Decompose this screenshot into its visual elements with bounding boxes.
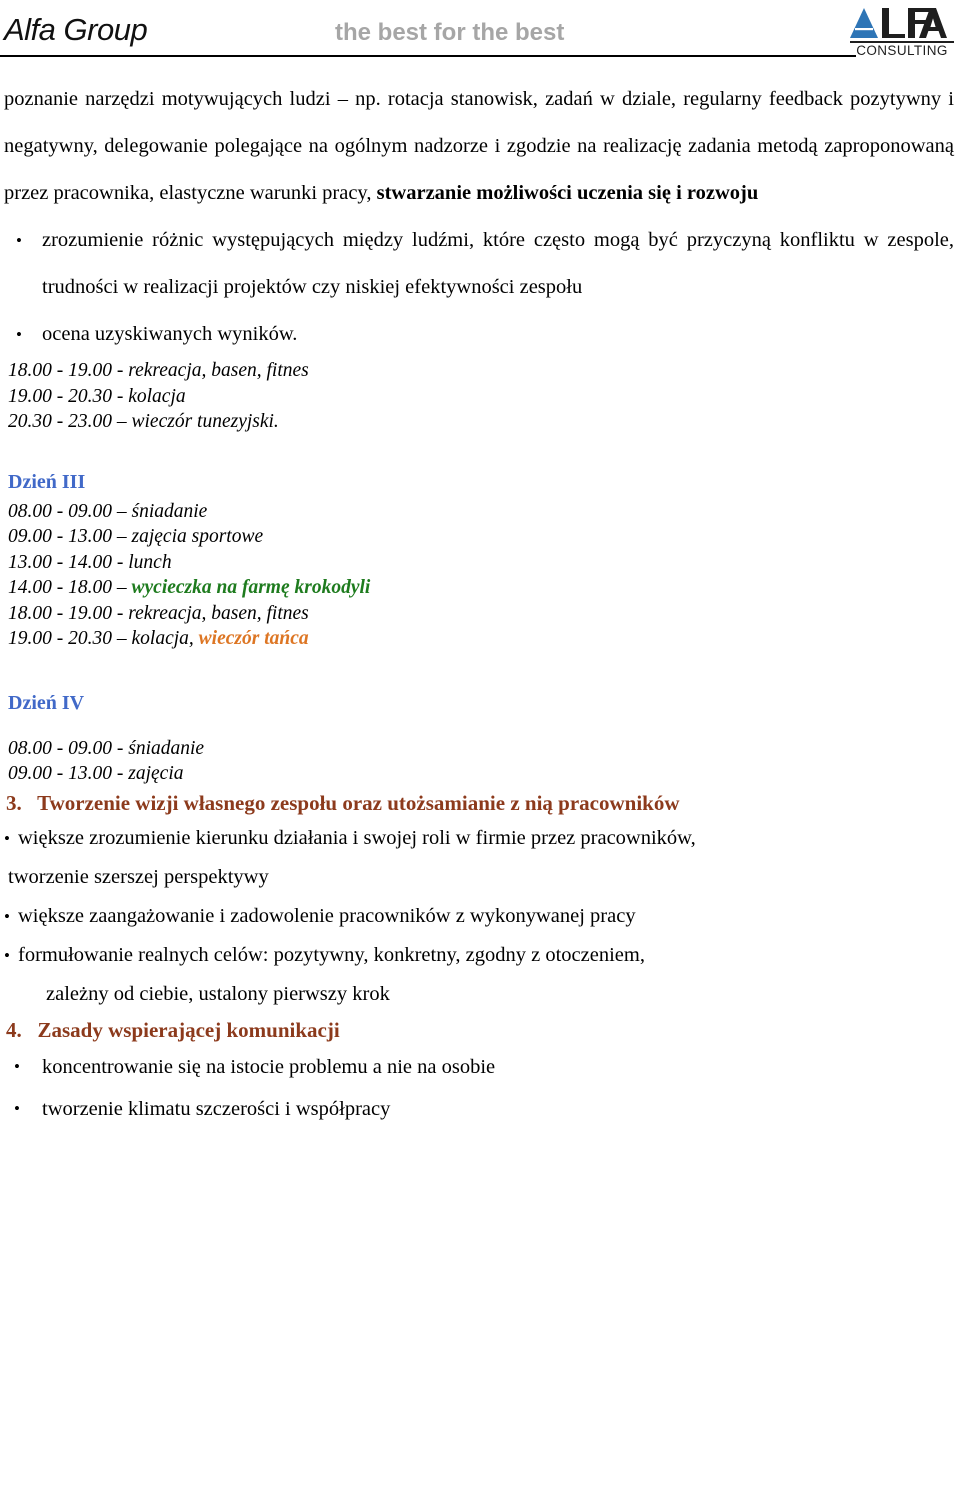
schedule-row: 18.00 - 19.00 - rekreacja, basen, fitnes [8, 360, 309, 381]
bullet-text: zrozumienie różnic występujących między … [42, 229, 954, 298]
brand-tagline: the best for the best [335, 19, 565, 46]
paragraph-motivation-tools: poznanie narzędzi motywujących ludzi – n… [4, 76, 954, 217]
schedule-time: 18.00 - 19.00 - [8, 602, 129, 624]
schedule-time: 08.00 - 09.00 – [8, 500, 132, 522]
bullet-text: koncentrowanie się na istocie problemu a… [42, 1055, 496, 1078]
bullet-text: ocena uzyskiwanych wyników. [42, 323, 298, 345]
bullet-understanding-direction: większe zrozumienie kierunku działania i… [4, 819, 954, 858]
schedule-activity: zajęcia [128, 763, 184, 784]
schedule-row: 19.00 - 20.30 – kolacja, wieczór tańca [8, 626, 954, 652]
logo-subtitle: CONSULTING [856, 43, 948, 58]
schedule-day-3: 08.00 - 09.00 – śniadanie 09.00 - 13.00 … [4, 499, 954, 652]
header-divider [0, 55, 856, 57]
schedule-time: 14.00 - 18.00 – [8, 577, 132, 598]
bullet-focus-on-problem: koncentrowanie się na istocie problemu a… [4, 1046, 954, 1088]
section-title: Zasady wspierającej komunikacji [37, 1017, 340, 1042]
bullet-goal-formulation: formułowanie realnych celów: pozytywny, … [4, 936, 954, 975]
section-heading-3: 3. Tworzenie wizji własnego zespołu oraz… [4, 787, 954, 819]
schedule-row: 08.00 - 09.00 - śniadanie [8, 736, 954, 762]
bullet-results-assessment: ocena uzyskiwanych wyników. [4, 311, 954, 358]
schedule-time: 13.00 - 14.00 - [8, 551, 129, 573]
bullet-continuation: zależny od ciebie, ustalony pierwszy kro… [46, 982, 390, 1005]
schedule-activity: zajęcia sportowe [131, 526, 264, 547]
schedule-row: 09.00 - 13.00 - zajęcia [8, 761, 954, 787]
day-heading-4: Dzień IV [8, 691, 85, 714]
logo-icon: CONSULTING [850, 8, 954, 58]
schedule-activity-highlight: wycieczka na farmę krokodyli [131, 577, 371, 598]
schedule-activity: śniadanie [128, 737, 205, 759]
section-heading-4: 4. Zasady wspierającej komunikacji [4, 1014, 954, 1046]
paragraph-bold-text: stwarzanie możliwości uczenia się i rozw… [376, 182, 759, 204]
bullet-text: formułowanie realnych celów: pozytywny, … [18, 943, 645, 966]
brand-title: Alfa Group [4, 12, 148, 47]
schedule-row: 18.00 - 19.00 - rekreacja, basen, fitnes [8, 601, 954, 627]
schedule-activity: śniadanie [131, 500, 208, 522]
alfa-consulting-logo: CONSULTING [848, 2, 956, 58]
schedule-row: 14.00 - 18.00 – wycieczka na farmę kroko… [8, 575, 954, 601]
schedule-time: 08.00 - 09.00 - [8, 737, 129, 759]
schedule-activity: rekreacja, basen, fitnes [128, 602, 309, 624]
section-title: Tworzenie wizji własnego zespołu oraz ut… [37, 790, 680, 815]
bullet-text: większe zaangażowanie i zadowolenie prac… [18, 904, 636, 927]
bullet-understanding-differences: zrozumienie różnic występujących między … [4, 217, 954, 311]
document-body: poznanie narzędzi motywujących ludzi – n… [0, 76, 960, 1130]
schedule-day-4: 08.00 - 09.00 - śniadanie 09.00 - 13.00 … [4, 736, 954, 787]
page-header: Alfa Group the best for the best CONSULT… [0, 0, 960, 66]
day-heading-3: Dzień III [8, 470, 86, 493]
bullet-climate-of-honesty: tworzenie klimatu szczerości i współprac… [4, 1088, 954, 1130]
schedule-activity-highlight: wieczór tańca [198, 628, 309, 649]
bullet-engagement-satisfaction: większe zaangażowanie i zadowolenie prac… [4, 897, 954, 936]
schedule-time: 09.00 - 13.00 - [8, 763, 129, 784]
bullet-continuation: tworzenie szerszej perspektywy [8, 865, 269, 888]
schedule-row: 09.00 - 13.00 – zajęcia sportowe [8, 524, 954, 550]
schedule-row: 13.00 - 14.00 - lunch [8, 550, 954, 576]
schedule-row: 20.30 - 23.00 – wieczór tunezyjski. [8, 411, 279, 432]
schedule-time: 19.00 - 20.30 – [8, 628, 132, 649]
schedule-row: 08.00 - 09.00 – śniadanie [8, 499, 954, 525]
schedule-row: 19.00 - 20.30 - kolacja [8, 385, 186, 407]
schedule-block-previous-day: 18.00 - 19.00 - rekreacja, basen, fitnes… [4, 358, 954, 435]
section-number: 3. [6, 790, 22, 815]
schedule-activity: kolacja, [131, 628, 199, 649]
bullet-text: większe zrozumienie kierunku działania i… [18, 826, 696, 849]
schedule-time: 09.00 - 13.00 – [8, 526, 132, 547]
bullet-text: tworzenie klimatu szczerości i współprac… [42, 1097, 391, 1120]
schedule-activity: lunch [128, 551, 172, 573]
section-number: 4. [6, 1017, 22, 1042]
